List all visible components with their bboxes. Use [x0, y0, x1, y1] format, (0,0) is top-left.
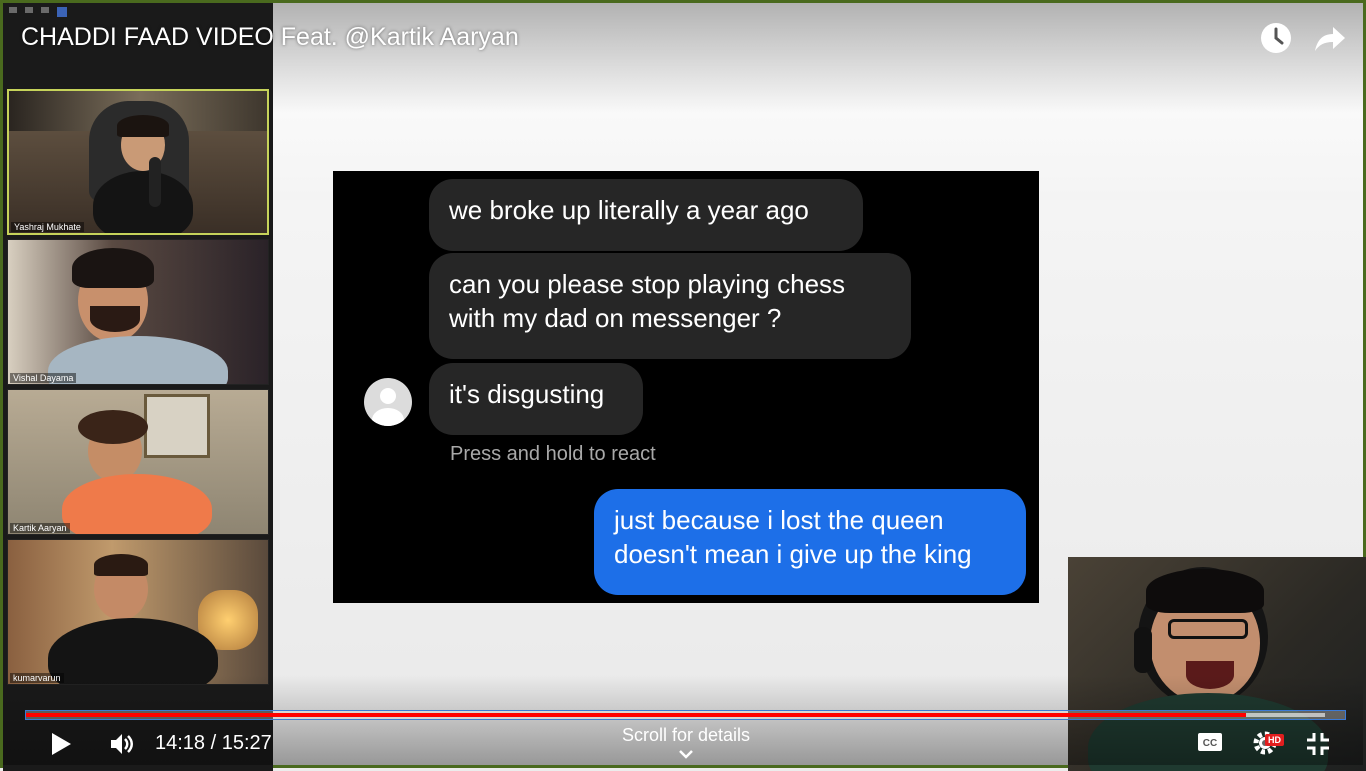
video-player[interactable]: Yashraj Mukhate Vishal Dayama Kartik Aar…: [0, 0, 1366, 771]
exit-fullscreen-icon[interactable]: [1305, 731, 1331, 762]
played-bar: [26, 713, 1247, 717]
react-hint: Press and hold to react: [450, 443, 656, 465]
participant-tile: kumarvarun: [7, 539, 269, 685]
chat-bubble-sent: just because i lost the queen doesn't me…: [594, 489, 1026, 595]
progress-bar[interactable]: [25, 710, 1346, 720]
participants-panel: Yashraj Mukhate Vishal Dayama Kartik Aar…: [3, 3, 273, 771]
restore-icon: [25, 7, 33, 13]
menu-icon: [41, 7, 49, 13]
participant-name: Vishal Dayama: [10, 373, 77, 383]
participant-tile: Kartik Aaryan: [7, 389, 269, 535]
cc-icon[interactable]: CC: [1197, 731, 1223, 758]
participant-tile: Yashraj Mukhate: [7, 89, 269, 235]
avatar: [364, 378, 412, 426]
chat-bubble: we broke up literally a year ago: [429, 179, 863, 251]
video-title[interactable]: CHADDI FAAD VIDEO Feat. @Kartik Aaryan: [21, 23, 519, 52]
clock-icon[interactable]: [1259, 21, 1293, 55]
chevron-down-icon[interactable]: [678, 747, 694, 765]
minimize-icon: [9, 7, 17, 13]
scroll-hint[interactable]: Scroll for details: [3, 725, 1366, 746]
window-controls: [9, 7, 67, 17]
hd-badge: HD: [1265, 734, 1284, 746]
chat-screenshot: we broke up literally a year ago can you…: [333, 171, 1039, 603]
chat-bubble: it's disgusting: [429, 363, 643, 435]
grid-view-icon: [57, 7, 67, 17]
buffered-bar: [1246, 713, 1326, 717]
svg-text:CC: CC: [1203, 738, 1217, 749]
participant-name: Yashraj Mukhate: [11, 222, 84, 232]
participant-tile: Vishal Dayama: [7, 239, 269, 385]
share-arrow-icon[interactable]: [1313, 21, 1347, 55]
chat-bubble: can you please stop playing chess with m…: [429, 253, 911, 359]
participant-name: Kartik Aaryan: [10, 523, 70, 533]
